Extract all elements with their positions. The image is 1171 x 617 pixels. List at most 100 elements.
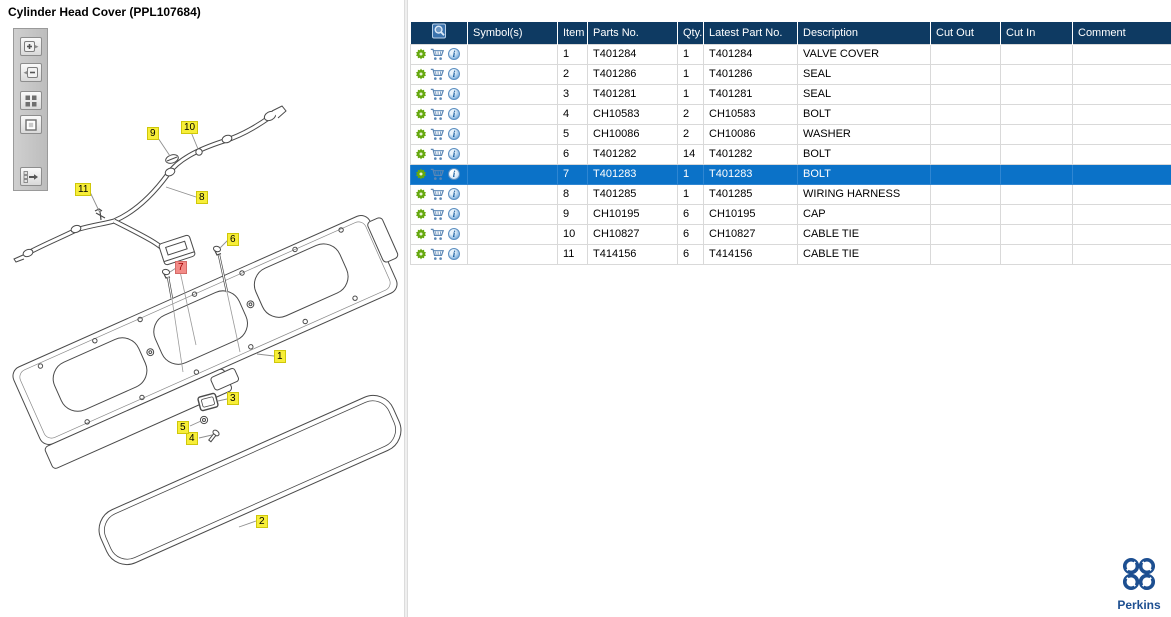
col-item: Item bbox=[557, 22, 588, 44]
cell-item: 5 bbox=[557, 123, 588, 145]
cell-comment bbox=[1072, 143, 1171, 165]
info-icon[interactable]: i bbox=[448, 88, 460, 100]
gear-icon[interactable] bbox=[415, 188, 427, 200]
gear-icon[interactable] bbox=[415, 128, 427, 140]
cell-latest: T401282 bbox=[703, 143, 798, 165]
cart-icon[interactable] bbox=[430, 128, 445, 141]
info-icon[interactable]: i bbox=[448, 128, 460, 140]
cell-description: SEAL bbox=[797, 83, 931, 105]
cell-symbols bbox=[467, 83, 558, 105]
cell-cut-in bbox=[1000, 163, 1073, 185]
cell-symbols bbox=[467, 63, 558, 85]
cell-description: WASHER bbox=[797, 123, 931, 145]
info-icon[interactable]: i bbox=[448, 248, 460, 260]
cell-description: CABLE TIE bbox=[797, 223, 931, 245]
cell-latest: T401285 bbox=[703, 183, 798, 205]
cell-item: 4 bbox=[557, 103, 588, 125]
cell-item: 7 bbox=[557, 163, 588, 185]
diagram-callout-5[interactable]: 5 bbox=[177, 421, 189, 434]
cell-cut-in bbox=[1000, 43, 1073, 65]
cell-latest: T401284 bbox=[703, 43, 798, 65]
cell-description: CAP bbox=[797, 203, 931, 225]
cell-cut-in bbox=[1000, 203, 1073, 225]
page-search-icon[interactable] bbox=[431, 23, 447, 39]
diagram-callout-8[interactable]: 8 bbox=[196, 191, 208, 204]
info-icon[interactable]: i bbox=[448, 168, 460, 180]
cell-symbols bbox=[467, 203, 558, 225]
cart-icon[interactable] bbox=[430, 168, 445, 181]
table-row-8[interactable]: i 8 T401285 1 T401285 WIRING HARNESS bbox=[410, 183, 1171, 205]
cell-symbols bbox=[467, 43, 558, 65]
info-icon[interactable]: i bbox=[448, 228, 460, 240]
cell-cut-out bbox=[930, 163, 1001, 185]
info-icon[interactable]: i bbox=[448, 108, 460, 120]
info-icon[interactable]: i bbox=[448, 208, 460, 220]
cell-description: WIRING HARNESS bbox=[797, 183, 931, 205]
diagram-callout-1[interactable]: 1 bbox=[274, 350, 286, 363]
table-row-2[interactable]: i 2 T401286 1 T401286 SEAL bbox=[410, 63, 1171, 85]
parts-list: Symbol(s) Item Parts No. Qty. Latest Par… bbox=[410, 22, 1171, 265]
perkins-emblem-icon bbox=[1122, 557, 1156, 591]
cell-item: 8 bbox=[557, 183, 588, 205]
table-row-11[interactable]: i 11 T414156 6 T414156 CABLE TIE bbox=[410, 243, 1171, 265]
cell-description: SEAL bbox=[797, 63, 931, 85]
cell-latest: T414156 bbox=[703, 243, 798, 265]
diagram-callout-2[interactable]: 2 bbox=[256, 515, 268, 528]
gear-icon[interactable] bbox=[415, 208, 427, 220]
table-row-6[interactable]: i 6 T401282 14 T401282 BOLT bbox=[410, 143, 1171, 165]
cell-latest: CH10583 bbox=[703, 103, 798, 125]
cell-symbols bbox=[467, 143, 558, 165]
diagram-callout-9[interactable]: 9 bbox=[147, 127, 159, 140]
cell-cut-in bbox=[1000, 183, 1073, 205]
table-header-row: Symbol(s) Item Parts No. Qty. Latest Par… bbox=[410, 22, 1171, 44]
table-row-9[interactable]: i 9 CH10195 6 CH10195 CAP bbox=[410, 203, 1171, 225]
cell-item: 3 bbox=[557, 83, 588, 105]
cell-description: BOLT bbox=[797, 163, 931, 185]
gear-icon[interactable] bbox=[415, 108, 427, 120]
cart-icon[interactable] bbox=[430, 148, 445, 161]
info-icon[interactable]: i bbox=[448, 188, 460, 200]
cart-icon[interactable] bbox=[430, 228, 445, 241]
table-row-3[interactable]: i 3 T401281 1 T401281 SEAL bbox=[410, 83, 1171, 105]
cell-qty: 2 bbox=[677, 123, 704, 145]
parts-diagram[interactable] bbox=[0, 0, 406, 617]
table-row-7-selected[interactable]: i 7 T401283 1 T401283 BOLT bbox=[410, 163, 1171, 185]
cell-parts-no: CH10827 bbox=[587, 223, 678, 245]
cart-icon[interactable] bbox=[430, 48, 445, 61]
diagram-callout-7-selected[interactable]: 7 bbox=[175, 261, 187, 274]
brand-logo: Perkins bbox=[1114, 555, 1164, 612]
gear-icon[interactable] bbox=[415, 228, 427, 240]
gear-icon[interactable] bbox=[415, 168, 427, 180]
cell-qty: 14 bbox=[677, 143, 704, 165]
cell-comment bbox=[1072, 123, 1171, 145]
cart-icon[interactable] bbox=[430, 68, 445, 81]
gear-icon[interactable] bbox=[415, 248, 427, 260]
diagram-callout-3[interactable]: 3 bbox=[227, 392, 239, 405]
info-icon[interactable]: i bbox=[448, 148, 460, 160]
cart-icon[interactable] bbox=[430, 188, 445, 201]
cell-parts-no: T414156 bbox=[587, 243, 678, 265]
info-icon[interactable]: i bbox=[448, 68, 460, 80]
gear-icon[interactable] bbox=[415, 88, 427, 100]
cell-latest: T401286 bbox=[703, 63, 798, 85]
gear-icon[interactable] bbox=[415, 148, 427, 160]
gear-icon[interactable] bbox=[415, 48, 427, 60]
diagram-callout-10[interactable]: 10 bbox=[181, 121, 199, 134]
diagram-callout-6[interactable]: 6 bbox=[227, 233, 239, 246]
cell-cut-in bbox=[1000, 63, 1073, 85]
cart-icon[interactable] bbox=[430, 248, 445, 261]
col-parts-no: Parts No. bbox=[587, 22, 678, 44]
gear-icon[interactable] bbox=[415, 68, 427, 80]
table-row-1[interactable]: i 1 T401284 1 T401284 VALVE COVER bbox=[410, 43, 1171, 65]
diagram-callout-11[interactable]: 11 bbox=[75, 183, 92, 196]
cart-icon[interactable] bbox=[430, 108, 445, 121]
cell-parts-no: T401285 bbox=[587, 183, 678, 205]
table-row-5[interactable]: i 5 CH10086 2 CH10086 WASHER bbox=[410, 123, 1171, 145]
info-icon[interactable]: i bbox=[448, 48, 460, 60]
cart-icon[interactable] bbox=[430, 88, 445, 101]
table-row-4[interactable]: i 4 CH10583 2 CH10583 BOLT bbox=[410, 103, 1171, 125]
cell-cut-in bbox=[1000, 83, 1073, 105]
cart-icon[interactable] bbox=[430, 208, 445, 221]
cell-comment bbox=[1072, 163, 1171, 185]
table-row-10[interactable]: i 10 CH10827 6 CH10827 CABLE TIE bbox=[410, 223, 1171, 245]
